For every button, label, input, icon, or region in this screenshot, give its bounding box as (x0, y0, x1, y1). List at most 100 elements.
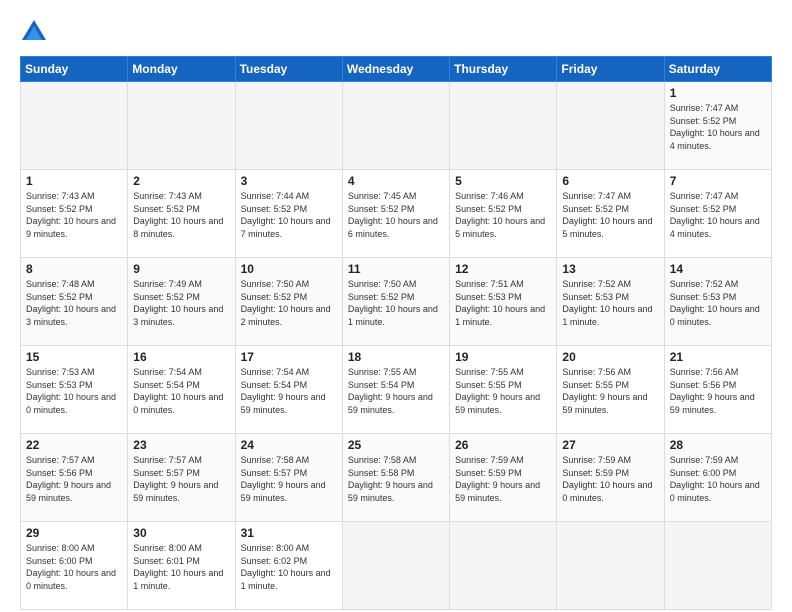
day-info: Sunrise: 7:47 AMSunset: 5:52 PMDaylight:… (670, 190, 766, 240)
calendar-header-friday: Friday (557, 57, 664, 82)
day-info: Sunrise: 7:58 AMSunset: 5:57 PMDaylight:… (241, 454, 337, 504)
calendar-cell (557, 522, 664, 610)
calendar-header-thursday: Thursday (450, 57, 557, 82)
day-number: 13 (562, 262, 658, 276)
day-number: 10 (241, 262, 337, 276)
day-number: 7 (670, 174, 766, 188)
day-info: Sunrise: 7:47 AMSunset: 5:52 PMDaylight:… (562, 190, 658, 240)
calendar-cell: 1 Sunrise: 7:43 AMSunset: 5:52 PMDayligh… (21, 170, 128, 258)
calendar-row-0: 1 Sunrise: 7:47 AMSunset: 5:52 PMDayligh… (21, 82, 772, 170)
calendar-header-saturday: Saturday (664, 57, 771, 82)
calendar-cell: 16 Sunrise: 7:54 AMSunset: 5:54 PMDaylig… (128, 346, 235, 434)
day-info: Sunrise: 7:45 AMSunset: 5:52 PMDaylight:… (348, 190, 444, 240)
calendar-cell: 13 Sunrise: 7:52 AMSunset: 5:53 PMDaylig… (557, 258, 664, 346)
calendar-row-2: 8 Sunrise: 7:48 AMSunset: 5:52 PMDayligh… (21, 258, 772, 346)
day-number: 29 (26, 526, 122, 540)
calendar-row-5: 29 Sunrise: 8:00 AMSunset: 6:00 PMDaylig… (21, 522, 772, 610)
calendar-cell: 7 Sunrise: 7:47 AMSunset: 5:52 PMDayligh… (664, 170, 771, 258)
header (20, 18, 772, 46)
calendar-header-row: SundayMondayTuesdayWednesdayThursdayFrid… (21, 57, 772, 82)
calendar-cell: 15 Sunrise: 7:53 AMSunset: 5:53 PMDaylig… (21, 346, 128, 434)
day-info: Sunrise: 7:59 AMSunset: 5:59 PMDaylight:… (562, 454, 658, 504)
day-number: 27 (562, 438, 658, 452)
day-number: 9 (133, 262, 229, 276)
day-info: Sunrise: 7:43 AMSunset: 5:52 PMDaylight:… (26, 190, 122, 240)
day-info: Sunrise: 7:58 AMSunset: 5:58 PMDaylight:… (348, 454, 444, 504)
day-number: 20 (562, 350, 658, 364)
calendar-row-3: 15 Sunrise: 7:53 AMSunset: 5:53 PMDaylig… (21, 346, 772, 434)
calendar-cell: 14 Sunrise: 7:52 AMSunset: 5:53 PMDaylig… (664, 258, 771, 346)
calendar-cell: 31 Sunrise: 8:00 AMSunset: 6:02 PMDaylig… (235, 522, 342, 610)
calendar-cell: 5 Sunrise: 7:46 AMSunset: 5:52 PMDayligh… (450, 170, 557, 258)
calendar-cell: 10 Sunrise: 7:50 AMSunset: 5:52 PMDaylig… (235, 258, 342, 346)
calendar-table: SundayMondayTuesdayWednesdayThursdayFrid… (20, 56, 772, 610)
calendar-header-monday: Monday (128, 57, 235, 82)
calendar-cell (21, 82, 128, 170)
calendar-cell: 18 Sunrise: 7:55 AMSunset: 5:54 PMDaylig… (342, 346, 449, 434)
day-number: 1 (26, 174, 122, 188)
day-number: 6 (562, 174, 658, 188)
day-number: 14 (670, 262, 766, 276)
day-info: Sunrise: 7:43 AMSunset: 5:52 PMDaylight:… (133, 190, 229, 240)
day-number: 3 (241, 174, 337, 188)
day-number: 15 (26, 350, 122, 364)
day-number: 16 (133, 350, 229, 364)
day-info: Sunrise: 8:00 AMSunset: 6:02 PMDaylight:… (241, 542, 337, 592)
day-number: 24 (241, 438, 337, 452)
day-info: Sunrise: 7:55 AMSunset: 5:54 PMDaylight:… (348, 366, 444, 416)
day-number: 19 (455, 350, 551, 364)
calendar-header-sunday: Sunday (21, 57, 128, 82)
calendar-header-wednesday: Wednesday (342, 57, 449, 82)
day-number: 31 (241, 526, 337, 540)
day-number: 17 (241, 350, 337, 364)
calendar-cell (342, 522, 449, 610)
calendar-cell: 24 Sunrise: 7:58 AMSunset: 5:57 PMDaylig… (235, 434, 342, 522)
calendar-cell: 6 Sunrise: 7:47 AMSunset: 5:52 PMDayligh… (557, 170, 664, 258)
day-number: 22 (26, 438, 122, 452)
calendar-cell: 23 Sunrise: 7:57 AMSunset: 5:57 PMDaylig… (128, 434, 235, 522)
calendar-cell: 28 Sunrise: 7:59 AMSunset: 6:00 PMDaylig… (664, 434, 771, 522)
calendar-cell: 29 Sunrise: 8:00 AMSunset: 6:00 PMDaylig… (21, 522, 128, 610)
day-info: Sunrise: 7:56 AMSunset: 5:56 PMDaylight:… (670, 366, 766, 416)
calendar-header-tuesday: Tuesday (235, 57, 342, 82)
calendar-cell: 22 Sunrise: 7:57 AMSunset: 5:56 PMDaylig… (21, 434, 128, 522)
day-number: 25 (348, 438, 444, 452)
calendar-row-4: 22 Sunrise: 7:57 AMSunset: 5:56 PMDaylig… (21, 434, 772, 522)
calendar-cell (342, 82, 449, 170)
day-number: 12 (455, 262, 551, 276)
day-info: Sunrise: 7:52 AMSunset: 5:53 PMDaylight:… (670, 278, 766, 328)
day-info: Sunrise: 7:48 AMSunset: 5:52 PMDaylight:… (26, 278, 122, 328)
day-number: 23 (133, 438, 229, 452)
day-number: 5 (455, 174, 551, 188)
calendar-cell: 20 Sunrise: 7:56 AMSunset: 5:55 PMDaylig… (557, 346, 664, 434)
day-info: Sunrise: 7:56 AMSunset: 5:55 PMDaylight:… (562, 366, 658, 416)
day-info: Sunrise: 8:00 AMSunset: 6:00 PMDaylight:… (26, 542, 122, 592)
day-number: 8 (26, 262, 122, 276)
calendar-cell: 9 Sunrise: 7:49 AMSunset: 5:52 PMDayligh… (128, 258, 235, 346)
calendar-cell: 30 Sunrise: 8:00 AMSunset: 6:01 PMDaylig… (128, 522, 235, 610)
calendar-cell (450, 522, 557, 610)
day-number: 28 (670, 438, 766, 452)
day-number: 11 (348, 262, 444, 276)
calendar-cell (557, 82, 664, 170)
calendar-cell: 12 Sunrise: 7:51 AMSunset: 5:53 PMDaylig… (450, 258, 557, 346)
day-info: Sunrise: 7:53 AMSunset: 5:53 PMDaylight:… (26, 366, 122, 416)
calendar-cell (450, 82, 557, 170)
day-number: 26 (455, 438, 551, 452)
day-info: Sunrise: 7:44 AMSunset: 5:52 PMDaylight:… (241, 190, 337, 240)
day-number: 18 (348, 350, 444, 364)
calendar-cell: 21 Sunrise: 7:56 AMSunset: 5:56 PMDaylig… (664, 346, 771, 434)
day-number: 21 (670, 350, 766, 364)
calendar-cell: 25 Sunrise: 7:58 AMSunset: 5:58 PMDaylig… (342, 434, 449, 522)
day-number: 1 (670, 86, 766, 100)
day-info: Sunrise: 7:49 AMSunset: 5:52 PMDaylight:… (133, 278, 229, 328)
calendar-cell: 8 Sunrise: 7:48 AMSunset: 5:52 PMDayligh… (21, 258, 128, 346)
day-info: Sunrise: 7:51 AMSunset: 5:53 PMDaylight:… (455, 278, 551, 328)
calendar-cell (664, 522, 771, 610)
day-number: 2 (133, 174, 229, 188)
day-info: Sunrise: 7:52 AMSunset: 5:53 PMDaylight:… (562, 278, 658, 328)
calendar-cell (235, 82, 342, 170)
day-info: Sunrise: 7:59 AMSunset: 6:00 PMDaylight:… (670, 454, 766, 504)
calendar-cell: 26 Sunrise: 7:59 AMSunset: 5:59 PMDaylig… (450, 434, 557, 522)
logo (20, 18, 52, 46)
